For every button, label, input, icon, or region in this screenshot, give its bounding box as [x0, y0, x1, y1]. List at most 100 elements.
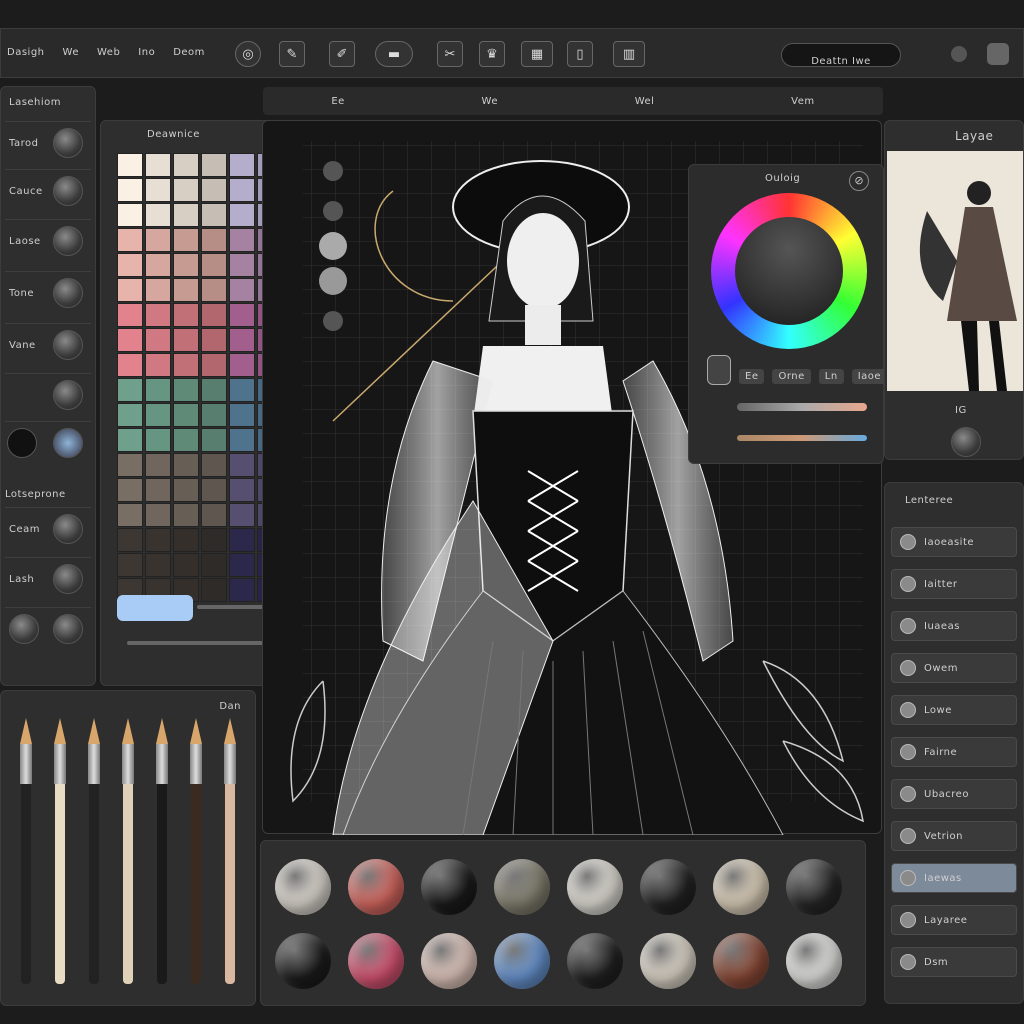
- layer-visibility-icon[interactable]: [900, 534, 916, 550]
- layer-visibility-icon[interactable]: [900, 660, 916, 676]
- material-swatch[interactable]: [713, 859, 769, 915]
- knob-icon[interactable]: [53, 380, 83, 410]
- menu-item-2[interactable]: We: [63, 47, 79, 58]
- color-swatch[interactable]: [173, 353, 199, 377]
- layer-item[interactable]: Dsm: [891, 947, 1017, 977]
- prop-row-6[interactable]: [5, 373, 91, 417]
- preview-knob-icon[interactable]: [951, 427, 981, 457]
- knob-icon[interactable]: [53, 226, 83, 256]
- knob-icon[interactable]: [53, 128, 83, 158]
- color-swatch[interactable]: [145, 403, 171, 427]
- paintbrush-icon[interactable]: [190, 718, 202, 988]
- layer-visibility-icon[interactable]: [900, 912, 916, 928]
- color-swatch[interactable]: [145, 503, 171, 527]
- prop-row-3[interactable]: Laose: [5, 219, 91, 263]
- blue-swatch-button[interactable]: [117, 595, 193, 621]
- color-swatch[interactable]: [173, 153, 199, 177]
- color-swatch[interactable]: [201, 303, 227, 327]
- material-swatch[interactable]: [494, 933, 550, 989]
- color-swatch[interactable]: [173, 303, 199, 327]
- paintbrush-icon[interactable]: [122, 718, 134, 988]
- color-swatch[interactable]: [117, 253, 143, 277]
- material-swatch[interactable]: [640, 933, 696, 989]
- color-swatch[interactable]: [145, 228, 171, 252]
- color-swatch[interactable]: [229, 553, 255, 577]
- color-swatch[interactable]: [201, 428, 227, 452]
- layer-item[interactable]: Fairne: [891, 737, 1017, 767]
- picker-button[interactable]: Ln: [818, 369, 844, 384]
- layer-visibility-icon[interactable]: [900, 744, 916, 760]
- color-swatch[interactable]: [201, 478, 227, 502]
- menu-item-5[interactable]: Deom: [173, 47, 205, 58]
- color-swatch[interactable]: [229, 228, 255, 252]
- knob-icon[interactable]: [53, 614, 83, 644]
- color-swatch[interactable]: [117, 403, 143, 427]
- blue-knob-icon[interactable]: [53, 428, 83, 458]
- menu-item-4[interactable]: Ino: [138, 47, 155, 58]
- material-swatch[interactable]: [348, 859, 404, 915]
- color-swatch[interactable]: [145, 453, 171, 477]
- layer-item[interactable]: Iaoeasite: [891, 527, 1017, 557]
- layer-visibility-icon[interactable]: [900, 870, 916, 886]
- color-swatch[interactable]: [117, 178, 143, 202]
- color-swatch[interactable]: [201, 578, 227, 602]
- color-swatch[interactable]: [201, 278, 227, 302]
- layer-item[interactable]: Iuaeas: [891, 611, 1017, 641]
- paintbrush-icon[interactable]: [224, 718, 236, 988]
- material-swatch[interactable]: [421, 933, 477, 989]
- color-swatch[interactable]: [229, 303, 255, 327]
- material-swatch[interactable]: [275, 933, 331, 989]
- crown-icon[interactable]: ♛: [479, 41, 505, 67]
- prop-row-7[interactable]: [5, 421, 91, 465]
- color-swatch[interactable]: [117, 203, 143, 227]
- color-swatch[interactable]: [117, 303, 143, 327]
- settings-icon[interactable]: [951, 46, 967, 62]
- color-swatch[interactable]: [117, 453, 143, 477]
- material-swatch[interactable]: [640, 859, 696, 915]
- camera-icon[interactable]: [987, 43, 1009, 65]
- brush-icon[interactable]: ◎: [235, 41, 261, 67]
- close-icon[interactable]: ⊘: [849, 171, 869, 191]
- color-swatch[interactable]: [173, 178, 199, 202]
- pill-icon[interactable]: ▬: [375, 41, 413, 67]
- color-swatch[interactable]: [173, 403, 199, 427]
- color-swatch[interactable]: [173, 328, 199, 352]
- color-swatch[interactable]: [229, 478, 255, 502]
- material-swatch[interactable]: [275, 859, 331, 915]
- prop-row-10[interactable]: [5, 607, 91, 651]
- dark-knob-icon[interactable]: [7, 428, 37, 458]
- color-swatch[interactable]: [229, 528, 255, 552]
- preview-thumbnail[interactable]: [887, 151, 1023, 391]
- color-swatch[interactable]: [173, 378, 199, 402]
- color-swatch[interactable]: [229, 278, 255, 302]
- color-swatch[interactable]: [145, 428, 171, 452]
- color-swatch[interactable]: [145, 278, 171, 302]
- prop-row-2[interactable]: Cauce: [5, 169, 91, 213]
- color-swatch[interactable]: [201, 403, 227, 427]
- material-swatch[interactable]: [494, 859, 550, 915]
- color-swatch[interactable]: [145, 153, 171, 177]
- eraser-icon[interactable]: ✐: [329, 41, 355, 67]
- color-swatch[interactable]: [117, 478, 143, 502]
- layer-visibility-icon[interactable]: [900, 702, 916, 718]
- layer-item[interactable]: Layaree: [891, 905, 1017, 935]
- prop-row-5[interactable]: Vane: [5, 323, 91, 367]
- grid-icon[interactable]: ▦: [521, 41, 553, 67]
- prop-row-4[interactable]: Tone: [5, 271, 91, 315]
- color-swatch[interactable]: [173, 203, 199, 227]
- color-swatch[interactable]: [117, 328, 143, 352]
- knob-icon[interactable]: [53, 176, 83, 206]
- color-swatch[interactable]: [117, 378, 143, 402]
- hue-slider[interactable]: [737, 403, 867, 411]
- color-swatch[interactable]: [201, 553, 227, 577]
- knob-icon[interactable]: [53, 564, 83, 594]
- knob-icon[interactable]: [9, 614, 39, 644]
- color-swatch[interactable]: [229, 453, 255, 477]
- knob-icon[interactable]: [53, 330, 83, 360]
- color-swatch[interactable]: [201, 328, 227, 352]
- material-swatch[interactable]: [786, 933, 842, 989]
- prop-row-8[interactable]: Ceam: [5, 507, 91, 551]
- color-swatch[interactable]: [229, 578, 255, 602]
- color-swatch[interactable]: [117, 228, 143, 252]
- material-swatch[interactable]: [567, 933, 623, 989]
